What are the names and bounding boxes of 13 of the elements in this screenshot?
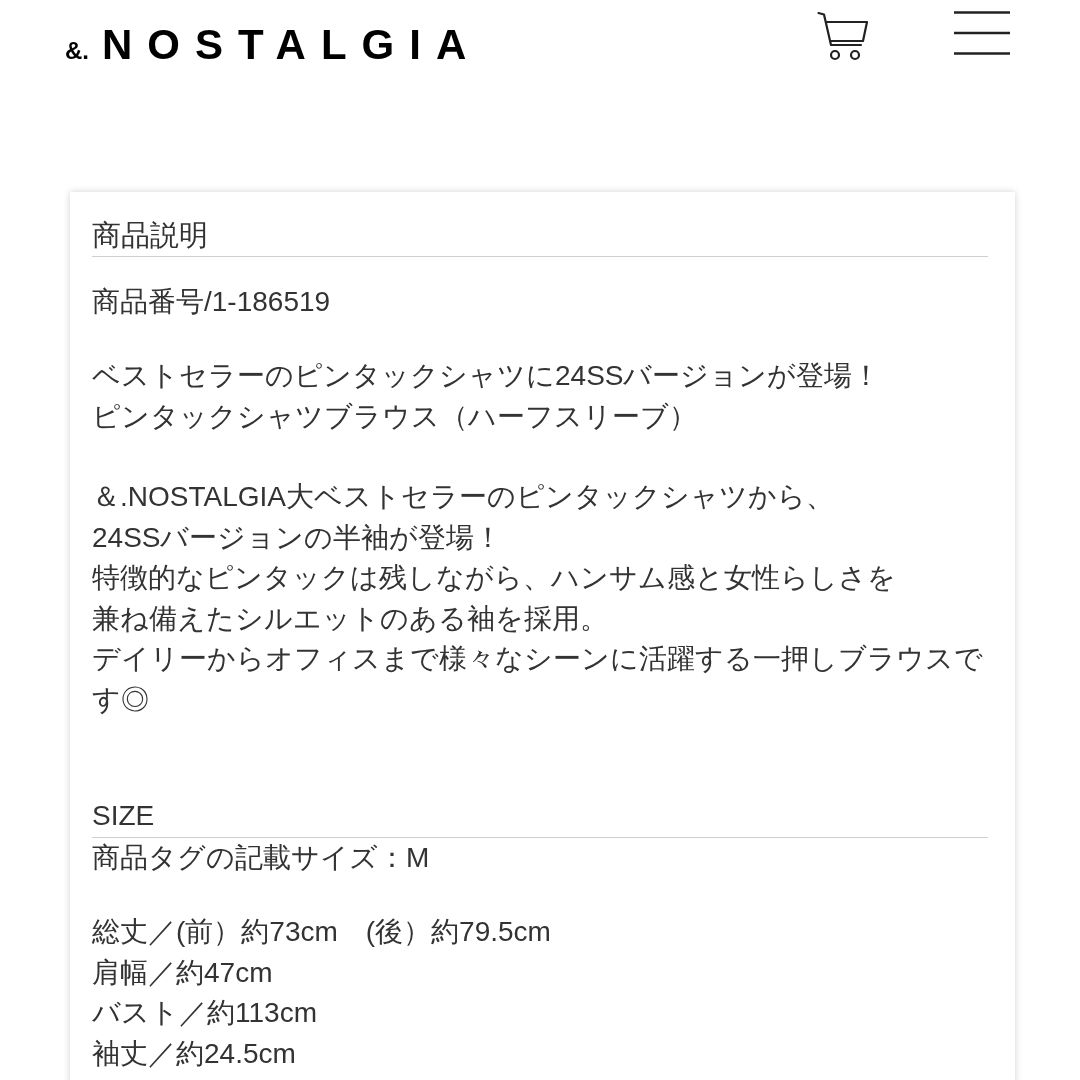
description-paragraph: ＆.NOSTALGIA大ベストセラーのピンタックシャツから、 24SSバージョンの半袖が登場！ 特徴的なピンタックは残しながら、ハンサム感と女性らしさを 兼ね備えたシルエットのある袖を採用。 デイリーからオフィスまで様々なシーンに活躍する一押しブラウスです◎ [92,480,984,717]
measurement-text: バスト／約113cm [92,996,318,1030]
measurement-text: 肩幅／約47cm [92,955,274,990]
menu-icon[interactable] [954,11,1010,55]
brand-logo[interactable]: &. NOSTALGIA [65,24,467,66]
cart-icon[interactable] [817,11,869,61]
size-tag-text: 商品タグの記載サイズ：M [92,841,431,875]
measurement-text: 総丈／(前）約73cm (後）約79.5cm [92,915,552,949]
description-paragraph: ベストセラーのピンタックシャツに24SSバージョンが登場！ ピンタックシャツブラウス（ハーフスリーブ） [92,359,882,434]
product-number-text: 商品番号/1-186519 [92,285,332,319]
section-heading: SIZE [92,799,156,833]
measurement-text: 袖丈／約24.5cm [92,1036,297,1071]
section-heading: 商品説明 [92,218,209,253]
